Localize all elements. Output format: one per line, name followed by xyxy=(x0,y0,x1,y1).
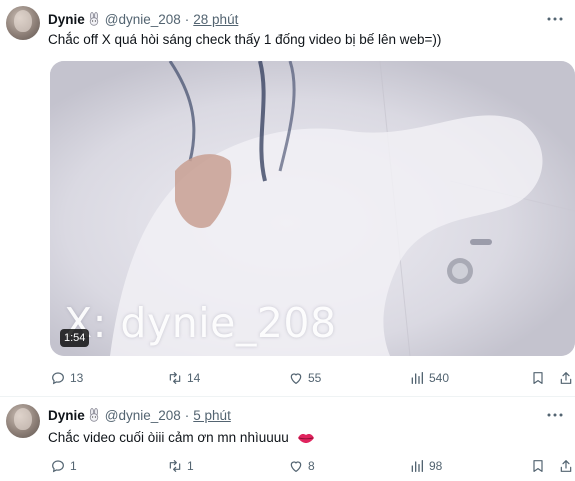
display-name[interactable]: Dynie xyxy=(48,408,85,423)
reply-button[interactable]: 13 xyxy=(50,368,83,388)
separator-dot: · xyxy=(184,11,190,27)
user-handle[interactable]: @dynie_208 xyxy=(105,12,181,27)
bookmark-icon xyxy=(533,372,543,384)
separator-dot: · xyxy=(184,407,190,423)
more-options-icon[interactable] xyxy=(545,10,565,28)
views-button[interactable]: 540 xyxy=(409,368,449,388)
tweet-text: Chắc video cuối òiii cảm ơn mn nhìuuuu xyxy=(48,430,315,447)
display-name[interactable]: Dynie xyxy=(48,12,85,27)
video-watermark: X: dynie_208 xyxy=(64,299,337,347)
views-button[interactable]: 98 xyxy=(409,456,442,476)
tweet-header: Dynie @dynie_208 · 5 phút xyxy=(48,406,231,424)
share-icon xyxy=(560,372,572,384)
bookmark-button[interactable] xyxy=(530,368,546,388)
views-chart-icon xyxy=(411,460,423,472)
views-count: 98 xyxy=(429,459,443,473)
repost-icon xyxy=(169,460,181,472)
repost-button[interactable]: 14 xyxy=(167,368,200,388)
reply-button[interactable]: 1 xyxy=(50,456,77,476)
like-button[interactable]: 55 xyxy=(288,368,321,388)
repost-button[interactable]: 1 xyxy=(167,456,194,476)
reply-icon xyxy=(52,460,64,473)
repost-count: 1 xyxy=(187,459,194,473)
repost-icon xyxy=(169,372,181,384)
heart-icon xyxy=(290,373,302,384)
action-bar: 13 14 55 540 xyxy=(48,368,575,388)
timestamp[interactable]: 5 phút xyxy=(193,408,231,423)
lips-emoji-icon xyxy=(297,432,315,447)
like-button[interactable]: 8 xyxy=(288,456,315,476)
reply-count: 13 xyxy=(70,371,84,385)
action-bar: 1 1 8 98 xyxy=(48,456,575,476)
tweet-header: Dynie @dynie_208 · 28 phút xyxy=(48,10,238,28)
like-count: 8 xyxy=(308,459,315,473)
tweet-text-content: Chắc video cuối òiii cảm ơn mn nhìuuuu xyxy=(48,430,289,445)
like-count: 55 xyxy=(308,371,322,385)
bookmark-icon xyxy=(533,460,543,472)
views-chart-icon xyxy=(411,372,423,384)
rabbit-emoji-icon xyxy=(87,408,101,422)
avatar[interactable] xyxy=(6,404,40,438)
bookmark-button[interactable] xyxy=(530,456,546,476)
video-player[interactable]: X: dynie_208 1:54 xyxy=(50,61,575,356)
reply-count: 1 xyxy=(70,459,77,473)
rabbit-emoji-icon xyxy=(87,12,101,26)
tweet-text: Chắc off X quá hòi sáng check thấy 1 đốn… xyxy=(48,32,442,47)
share-icon xyxy=(560,460,572,472)
views-count: 540 xyxy=(429,371,450,385)
tweet[interactable]: Dynie @dynie_208 · 5 phút Chắc video cuố… xyxy=(0,398,575,481)
more-options-icon[interactable] xyxy=(545,406,565,424)
avatar[interactable] xyxy=(6,6,40,40)
video-duration: 1:54 xyxy=(60,329,90,347)
tweet[interactable]: Dynie @dynie_208 · 28 phút Chắc off X qu… xyxy=(0,0,575,397)
heart-icon xyxy=(290,461,302,472)
share-button[interactable] xyxy=(558,368,574,388)
user-handle[interactable]: @dynie_208 xyxy=(105,408,181,423)
reply-icon xyxy=(52,372,64,385)
share-button[interactable] xyxy=(558,456,574,476)
timestamp[interactable]: 28 phút xyxy=(193,12,238,27)
repost-count: 14 xyxy=(187,371,201,385)
